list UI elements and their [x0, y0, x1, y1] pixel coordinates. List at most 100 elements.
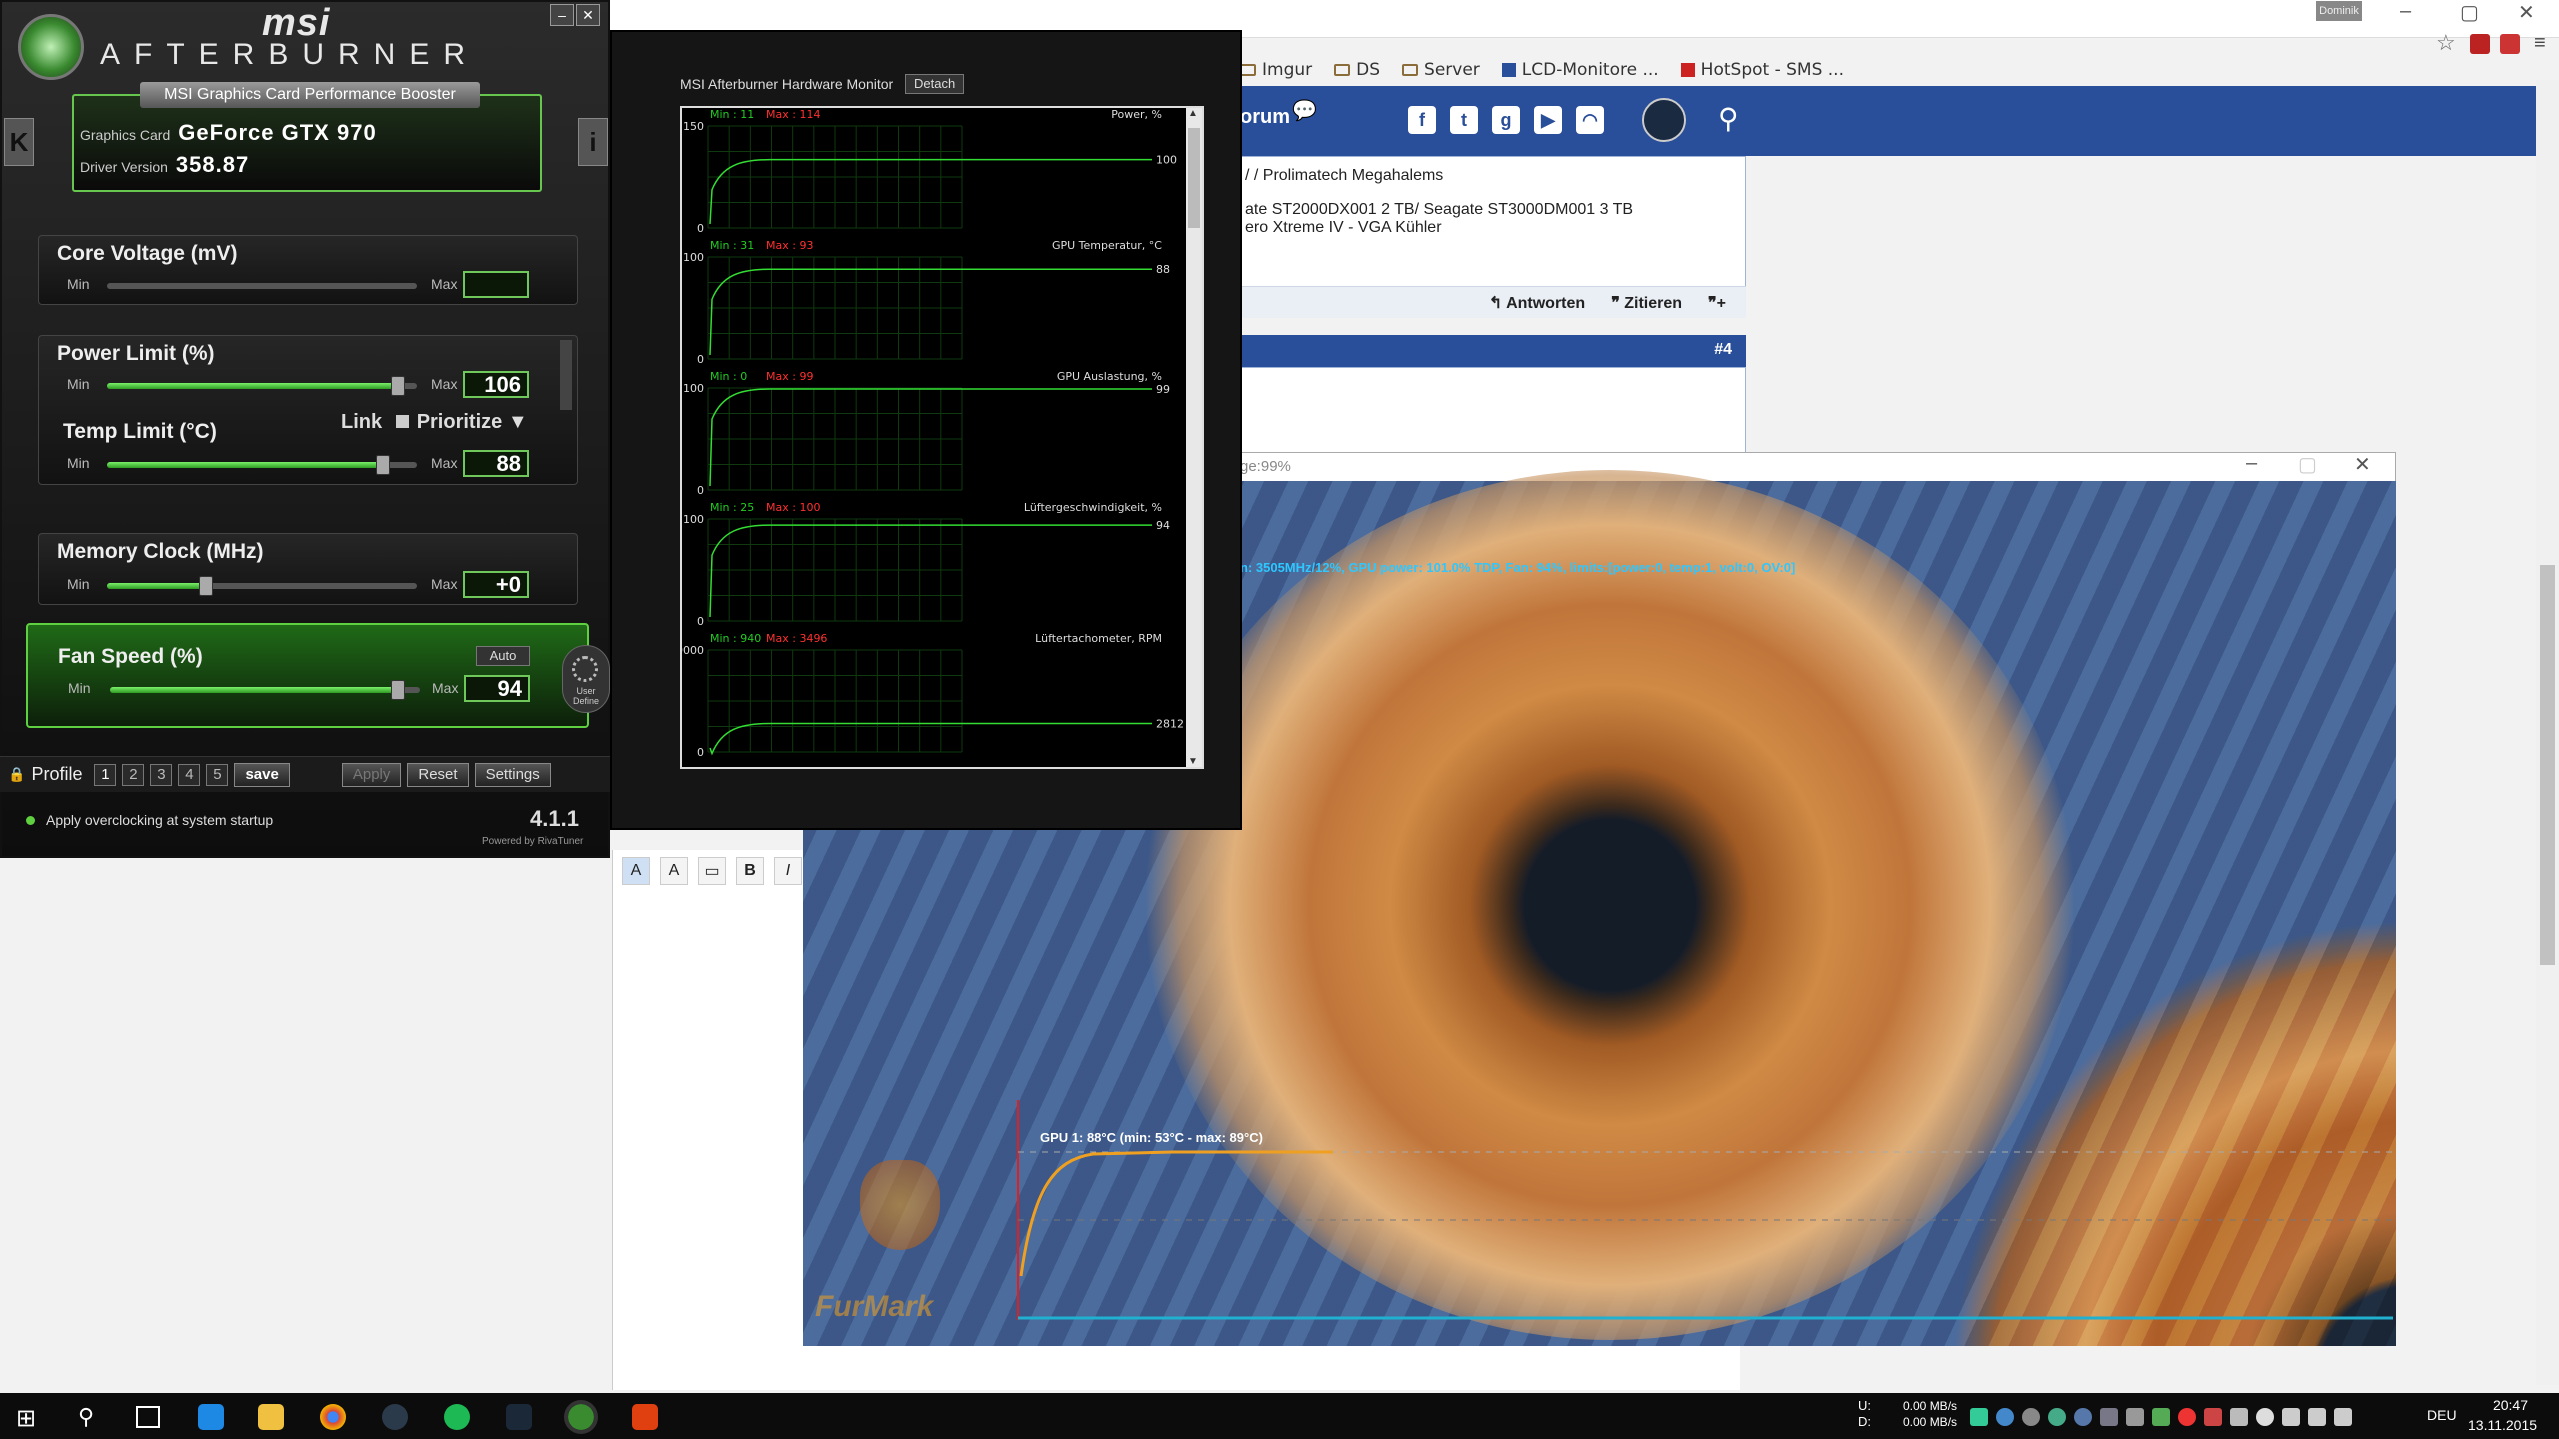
settings-button[interactable]: Settings: [474, 762, 551, 787]
tray-icon[interactable]: [1970, 1408, 1988, 1426]
tray-icon[interactable]: [2100, 1408, 2118, 1426]
afterburner-taskbar-icon[interactable]: [564, 1400, 598, 1434]
teamspeak-icon[interactable]: [382, 1404, 408, 1430]
bold-button[interactable]: B: [736, 857, 764, 885]
start-icon[interactable]: ⊞: [16, 1404, 36, 1433]
search-icon[interactable]: ⚲: [78, 1404, 94, 1430]
steam-icon[interactable]: [506, 1404, 532, 1430]
google-plus-icon[interactable]: g: [1492, 106, 1520, 134]
chrome-icon[interactable]: [320, 1404, 346, 1430]
slider-handle[interactable]: [391, 680, 406, 700]
reset-button[interactable]: Reset: [407, 762, 469, 787]
multiquote-icon[interactable]: ❞+: [1708, 293, 1726, 313]
close-button[interactable]: ✕: [576, 4, 600, 26]
avatar[interactable]: [1642, 98, 1686, 142]
startup-indicator-icon[interactable]: [26, 816, 35, 825]
font-color-icon[interactable]: A: [660, 857, 688, 885]
temp-limit-value[interactable]: 88: [463, 450, 529, 477]
file-explorer-icon[interactable]: [258, 1404, 284, 1430]
task-view-icon[interactable]: [136, 1406, 160, 1428]
memory-clock-slider[interactable]: [107, 576, 417, 596]
power-limit-value[interactable]: 106: [463, 371, 529, 398]
tray-icon[interactable]: [1996, 1408, 2014, 1426]
tray-icon[interactable]: [2152, 1408, 2170, 1426]
core-voltage-slider[interactable]: [107, 283, 417, 289]
link-checkbox[interactable]: [395, 415, 409, 428]
detach-button[interactable]: Detach: [905, 74, 965, 94]
fan-speed-slider[interactable]: [110, 680, 420, 700]
reply-button[interactable]: ↰ Antworten: [1489, 293, 1585, 313]
volume-icon[interactable]: [2308, 1408, 2326, 1426]
notifications-icon[interactable]: [2334, 1408, 2352, 1426]
scrollbar-thumb[interactable]: [1188, 128, 1200, 228]
clear-format-icon[interactable]: ▭: [698, 857, 726, 885]
cloud-icon[interactable]: [2256, 1408, 2274, 1426]
tray-icon[interactable]: [2126, 1408, 2144, 1426]
clock[interactable]: 20:47 13.11.2015: [2468, 1395, 2537, 1435]
temp-limit-slider[interactable]: [107, 455, 417, 475]
star-icon[interactable]: ☆: [2436, 30, 2456, 56]
network-icon[interactable]: [2282, 1408, 2300, 1426]
tray-icon[interactable]: [2048, 1408, 2066, 1426]
maximize-icon[interactable]: ▢: [2460, 0, 2479, 25]
fan-speed-value[interactable]: 94: [464, 675, 530, 702]
minimize-button[interactable]: –: [550, 4, 574, 26]
tray-icon[interactable]: [2178, 1408, 2196, 1426]
fan-auto-button[interactable]: Auto: [476, 646, 530, 666]
extension-icon[interactable]: [2470, 34, 2490, 54]
slider-handle[interactable]: [199, 576, 214, 596]
close-icon[interactable]: ✕: [2354, 452, 2371, 477]
apply-button[interactable]: Apply: [341, 762, 402, 787]
search-icon[interactable]: ⚲: [1718, 102, 1739, 135]
scrollbar-thumb[interactable]: [2540, 565, 2555, 965]
profile-slot-2[interactable]: 2: [122, 763, 145, 786]
link-toggle[interactable]: Link Prioritize ▼: [341, 411, 528, 434]
slider-handle[interactable]: [391, 376, 406, 396]
quote-button[interactable]: ❞ Zitieren: [1611, 293, 1682, 313]
minimize-icon[interactable]: –: [2246, 452, 2257, 475]
info-button[interactable]: i: [578, 118, 608, 166]
bookmark-hotspot[interactable]: HotSpot - SMS ...: [1680, 60, 1844, 80]
rss-icon[interactable]: ◠: [1576, 106, 1604, 134]
minimize-icon[interactable]: –: [2400, 0, 2411, 23]
panel-scrollbar[interactable]: [560, 340, 572, 410]
user-badge[interactable]: Dominik: [2316, 1, 2362, 21]
tray-icon[interactable]: [2204, 1408, 2222, 1426]
facebook-icon[interactable]: f: [1408, 106, 1436, 134]
spotify-icon[interactable]: [444, 1404, 470, 1430]
tray-icon[interactable]: [2230, 1408, 2248, 1426]
chat-icon[interactable]: 💬: [1292, 98, 1317, 123]
slider-handle[interactable]: [375, 455, 390, 475]
bookmark-ds[interactable]: DS: [1334, 60, 1380, 80]
profile-slot-1[interactable]: 1: [94, 763, 117, 786]
edge-icon[interactable]: [198, 1404, 224, 1430]
language-indicator[interactable]: DEU: [2427, 1407, 2457, 1423]
prev-skin-button[interactable]: K: [4, 118, 34, 166]
site-nav-link[interactable]: orum: [1240, 106, 1290, 129]
twitter-icon[interactable]: t: [1450, 106, 1478, 134]
profile-slot-5[interactable]: 5: [206, 763, 229, 786]
extension-icon[interactable]: [2500, 34, 2520, 54]
youtube-icon[interactable]: ▶: [1534, 106, 1562, 134]
profile-slot-3[interactable]: 3: [150, 763, 173, 786]
tray-icon[interactable]: [2022, 1408, 2040, 1426]
memory-clock-value[interactable]: +0: [463, 571, 529, 598]
scroll-up-icon[interactable]: ▲: [1188, 108, 1198, 119]
font-icon[interactable]: A: [622, 857, 650, 885]
maximize-icon[interactable]: ▢: [2298, 452, 2317, 477]
save-button[interactable]: save: [234, 762, 290, 787]
menu-icon[interactable]: ≡: [2534, 32, 2546, 55]
furmark-taskbar-icon[interactable]: [632, 1404, 658, 1430]
core-voltage-value[interactable]: [463, 271, 529, 298]
monitor-scrollbar[interactable]: ▲ ▼: [1186, 108, 1202, 767]
bookmark-lcd[interactable]: LCD-Monitore ...: [1501, 60, 1659, 80]
scroll-down-icon[interactable]: ▼: [1188, 756, 1198, 767]
tray-icon[interactable]: [2074, 1408, 2092, 1426]
lock-icon[interactable]: 🔒: [8, 766, 25, 783]
italic-button[interactable]: I: [774, 857, 802, 885]
close-icon[interactable]: ✕: [2518, 0, 2535, 25]
power-limit-slider[interactable]: [107, 376, 417, 396]
bookmark-server[interactable]: Server: [1402, 60, 1480, 80]
bookmark-imgur[interactable]: Imgur: [1240, 60, 1312, 80]
profile-slot-4[interactable]: 4: [178, 763, 201, 786]
